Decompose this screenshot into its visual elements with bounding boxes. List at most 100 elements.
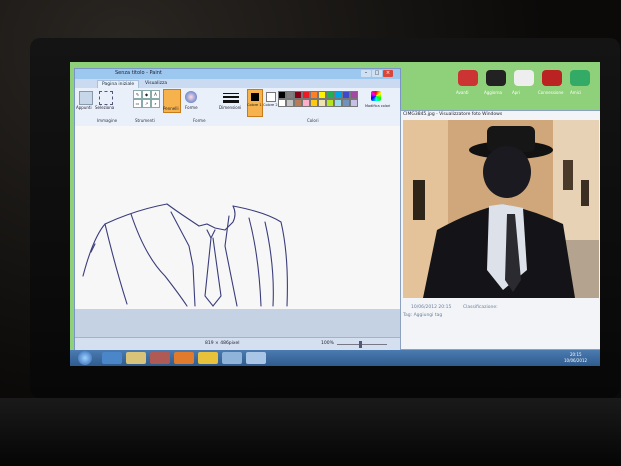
color2-swatch[interactable] [266,92,276,102]
sketch-stroke [224,215,238,307]
palette-swatch[interactable] [294,91,302,99]
paint-window: Senza titolo - Paint – □ × Pagina inizia… [74,68,401,352]
photo-date: 10/06/2012 20:15 [411,305,452,310]
desktop-icon-label: Aggiorna [484,90,502,95]
taskbar-firefox-icon[interactable] [174,352,194,364]
taskbar: 20:15 10/06/2012 [70,350,600,366]
taskbar-explorer-icon[interactable] [126,352,146,364]
color-palette [278,91,362,115]
sketch-stroke [248,217,262,307]
sketch-stroke [224,205,236,231]
brushes-label: Pennelli [163,106,179,111]
sketch-stroke [104,223,128,305]
canvas-gray-area [75,309,400,337]
zoom-icon[interactable]: ⌕ [151,99,160,108]
pencil-icon[interactable]: ✎ [133,90,142,99]
maximize-icon[interactable]: □ [372,70,382,77]
taskbar-ie-icon[interactable] [102,352,122,364]
palette-swatch[interactable] [294,99,302,107]
desktop-icon[interactable] [570,70,590,86]
group-shapes-label: Forme [193,118,206,123]
taskbar-media-icon[interactable] [150,352,170,364]
palette-swatch[interactable] [326,99,334,107]
zoom-level: 100% [321,341,334,346]
monitor-screen: Avanti Aggiorna Apri Connessione Amici S… [70,62,600,366]
close-icon[interactable]: × [383,70,393,77]
palette-swatch[interactable] [350,91,358,99]
desktop-icons: Avanti Aggiorna Apri Connessione Amici [454,68,600,104]
sketch-stroke [166,203,200,227]
clipboard-button[interactable]: Appunti [76,105,92,110]
shapes-icon[interactable] [185,91,197,103]
size-button[interactable]: Dimensioni [219,105,241,110]
desktop-icon-label: Amici [570,90,582,95]
ribbon: Appunti Seleziona Immagine ✎ ◆ A ▭ ↗ ⌕ S… [75,88,400,127]
tab-view[interactable]: Visualizza [141,80,171,87]
desktop-icon[interactable] [514,70,534,86]
laptop-keyboard-area [0,398,621,466]
photo-viewer-window: CIMG3845.jpg - Visualizzatore foto Windo… [400,110,600,350]
palette-swatch[interactable] [310,91,318,99]
fill-icon[interactable]: ◆ [142,90,151,99]
palette-swatch[interactable] [342,91,350,99]
size-icon[interactable] [223,91,239,103]
taskbar-chrome-icon[interactable] [198,352,218,364]
sketch-stroke [170,211,196,307]
sketch-stroke [204,237,222,307]
zoom-slider[interactable] [337,344,387,345]
palette-swatch[interactable] [286,99,294,107]
desktop-icon[interactable] [458,70,478,86]
palette-swatch[interactable] [310,99,318,107]
palette-swatch[interactable] [278,99,286,107]
edit-colors-button[interactable]: Modifica colori [365,104,395,108]
group-image-label: Immagine [97,118,118,123]
tag-label[interactable]: Tag: Aggiungi tag [403,313,442,318]
clock-date[interactable]: 10/06/2012 [564,358,587,363]
palette-swatch[interactable] [318,99,326,107]
sketch-stroke [130,213,188,307]
taskbar-viewer-icon[interactable] [222,352,242,364]
palette-swatch[interactable] [302,91,310,99]
zoom-slider-thumb[interactable] [359,341,362,348]
sketch-stroke [206,229,216,240]
desktop-icon[interactable] [542,70,562,86]
group-tools-label: Strumenti [135,118,155,123]
palette-swatch[interactable] [326,91,334,99]
palette-swatch[interactable] [342,99,350,107]
palette-swatch[interactable] [334,99,342,107]
palette-swatch[interactable] [350,99,358,107]
select-icon[interactable] [99,91,113,105]
sketch-stroke [264,221,274,307]
clipboard-icon[interactable] [79,91,93,105]
minimize-icon[interactable]: – [361,70,371,77]
edit-colors-icon[interactable] [371,91,381,101]
taskbar-paint-icon[interactable] [246,352,266,364]
palette-swatch[interactable] [318,91,326,99]
ribbon-tabs: Pagina iniziale Visualizza [75,79,400,89]
palette-swatch[interactable] [278,91,286,99]
viewer-title: CIMG3845.jpg - Visualizzatore foto Windo… [403,112,503,117]
canvas-dimensions: 819 × 486pixel [205,341,240,346]
palette-swatch[interactable] [302,99,310,107]
text-icon[interactable]: A [151,90,160,99]
desktop-icon-label: Connessione [538,90,564,95]
sketch-drawing [82,203,288,307]
eraser-icon[interactable]: ▭ [133,99,142,108]
photo-image [403,120,599,298]
desktop-icon-label: Avanti [456,90,469,95]
palette-swatch[interactable] [334,91,342,99]
shapes-button[interactable]: Forme [185,105,198,110]
palette-swatch[interactable] [286,91,294,99]
desktop-icon[interactable] [486,70,506,86]
paint-title: Senza titolo - Paint [115,70,162,76]
start-button[interactable] [78,351,92,365]
color1-label: Colore 1 [247,103,262,107]
select-button[interactable]: Seleziona [95,105,114,110]
color-picker-icon[interactable]: ↗ [142,99,151,108]
color2-label: Colore 2 [263,103,278,107]
clock-time[interactable]: 20:15 [570,352,582,357]
photo [403,120,599,298]
sketch-stroke [198,223,226,231]
sketch-stroke [82,203,168,277]
drawing-canvas[interactable] [75,126,400,309]
